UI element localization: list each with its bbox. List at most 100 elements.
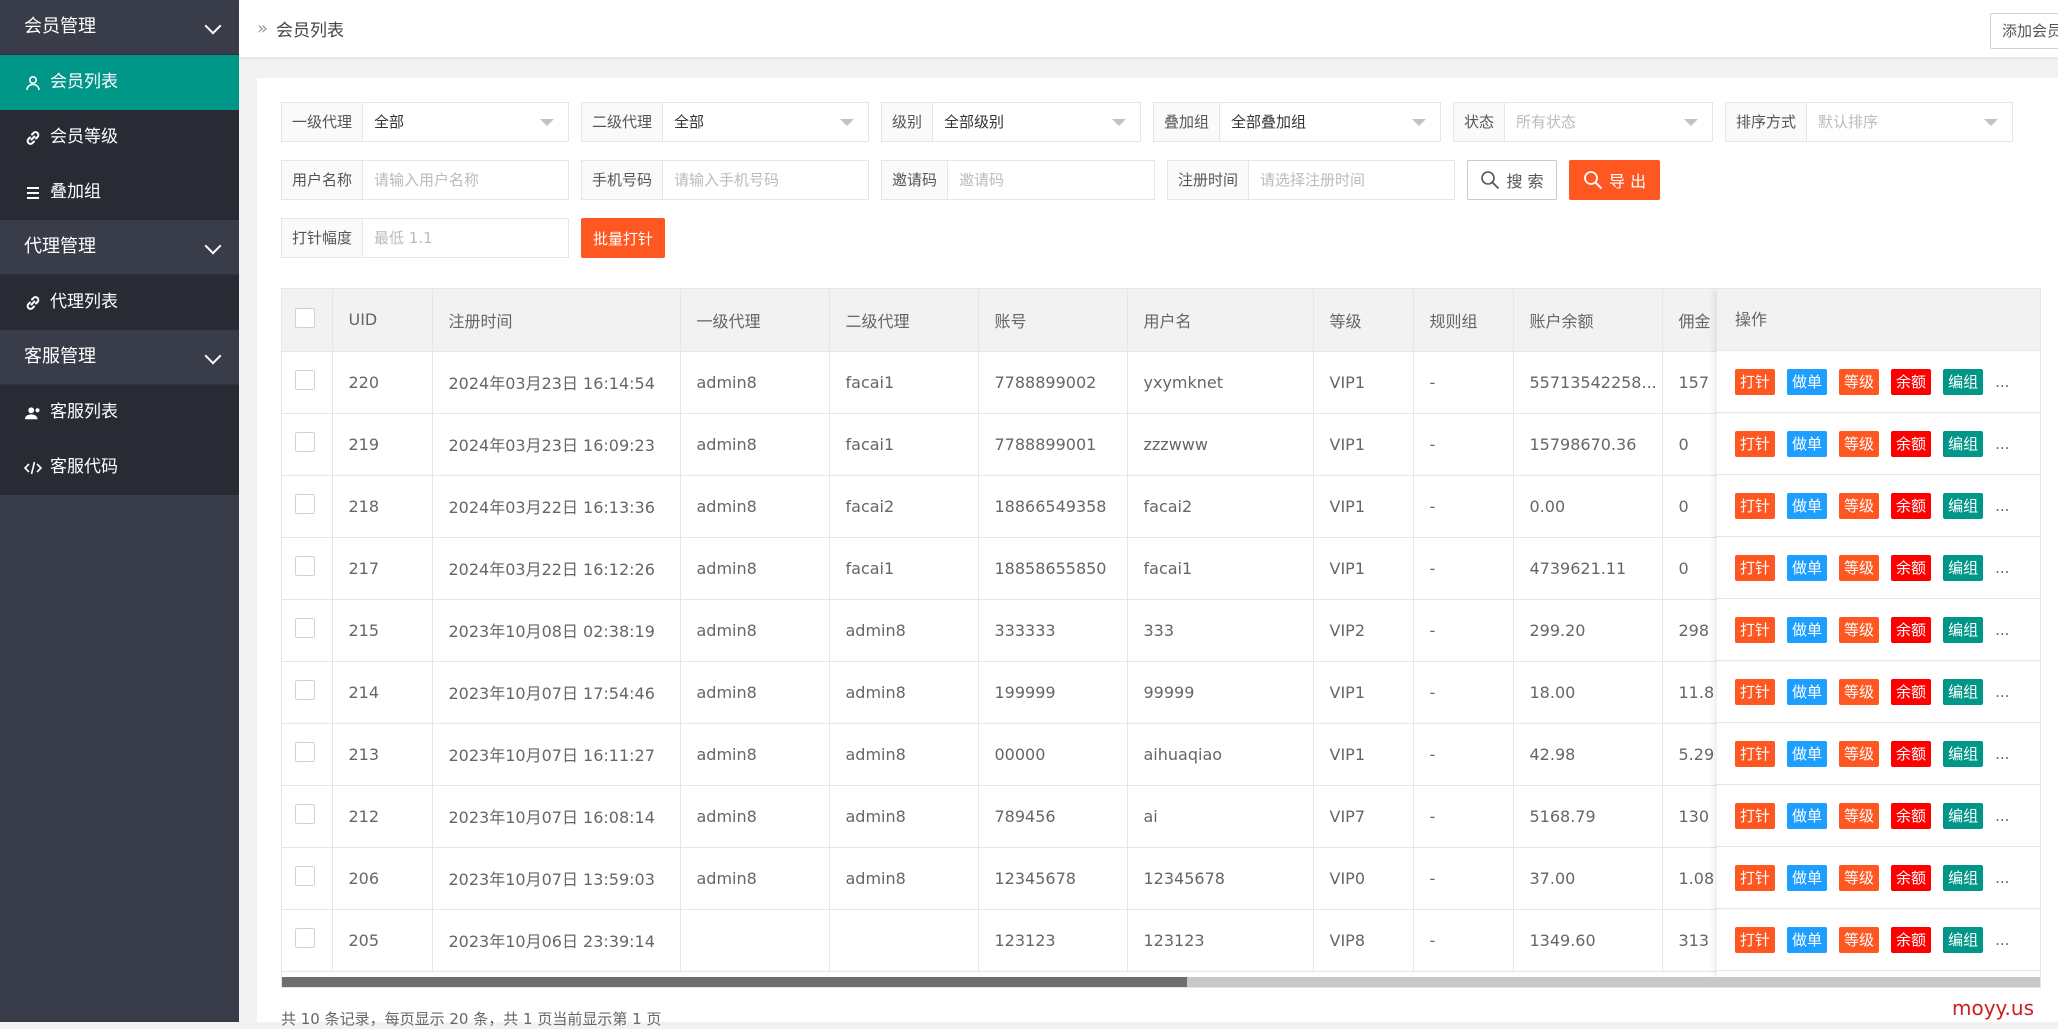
level-button[interactable]: 等级 (1839, 926, 1880, 953)
pin-button[interactable]: 打针 (1735, 430, 1776, 457)
column-header[interactable]: 二级代理 (829, 289, 979, 352)
order-button[interactable]: 做单 (1787, 554, 1828, 581)
pin-button[interactable]: 打针 (1735, 492, 1776, 519)
level-button[interactable]: 等级 (1839, 430, 1880, 457)
pin-button[interactable]: 打针 (1735, 802, 1776, 829)
more-button[interactable]: ... (1995, 927, 2009, 953)
order-button[interactable]: 做单 (1787, 802, 1828, 829)
sort-select[interactable]: 排序方式 默认排序 (1725, 102, 2013, 142)
level-button[interactable]: 等级 (1839, 740, 1880, 767)
select-all-checkbox[interactable] (295, 307, 315, 328)
balance-button[interactable]: 余额 (1891, 802, 1932, 829)
balance-button[interactable]: 余额 (1891, 864, 1932, 891)
more-button[interactable]: ... (1995, 369, 2009, 395)
column-header[interactable]: 等级 (1313, 289, 1414, 352)
pin-range-input[interactable]: 最低 1.1 (363, 219, 568, 257)
search-button[interactable]: 搜 索 (1467, 160, 1557, 200)
batch-pin-button[interactable]: 批量打针 (581, 218, 666, 258)
balance-button[interactable]: 余额 (1891, 740, 1932, 767)
order-button[interactable]: 做单 (1787, 430, 1828, 457)
group-button[interactable]: 编组 (1943, 678, 1984, 705)
level-button[interactable]: 等级 (1839, 616, 1880, 643)
more-button[interactable]: ... (1995, 617, 2009, 643)
agent1-select[interactable]: 一级代理 全部 (281, 102, 569, 142)
more-button[interactable]: ... (1995, 679, 2009, 705)
pin-button[interactable]: 打针 (1735, 368, 1776, 395)
level-button[interactable]: 等级 (1839, 554, 1880, 581)
nav-group-member[interactable]: 会员管理 (0, 0, 239, 55)
order-button[interactable]: 做单 (1787, 926, 1828, 953)
group-button[interactable]: 编组 (1943, 740, 1984, 767)
column-header[interactable]: UID (332, 289, 433, 352)
row-checkbox[interactable] (295, 618, 315, 638)
phone-input[interactable]: 请输入手机号码 (663, 161, 868, 199)
order-button[interactable]: 做单 (1787, 492, 1828, 519)
pin-button[interactable]: 打针 (1735, 926, 1776, 953)
order-button[interactable]: 做单 (1787, 864, 1828, 891)
balance-button[interactable]: 余额 (1891, 616, 1932, 643)
more-button[interactable]: ... (1995, 865, 2009, 891)
horizontal-scrollbar[interactable] (282, 977, 2040, 987)
row-checkbox[interactable] (295, 804, 315, 824)
row-checkbox[interactable] (295, 742, 315, 762)
invite-code-input[interactable]: 邀请码 (948, 161, 1154, 199)
add-member-button[interactable]: 添加会员 (1990, 13, 2058, 49)
more-button[interactable]: ... (1995, 803, 2009, 829)
group-button[interactable]: 编组 (1943, 492, 1984, 519)
sidebar-item-service-code[interactable]: 客服代码 (0, 440, 239, 495)
phone-field[interactable]: 手机号码 请输入手机号码 (581, 160, 869, 200)
balance-button[interactable]: 余额 (1891, 430, 1932, 457)
invite-code-field[interactable]: 邀请码 邀请码 (881, 160, 1155, 200)
stack-group-select[interactable]: 叠加组 全部叠加组 (1153, 102, 1441, 142)
sidebar-item-stack-group[interactable]: 叠加组 (0, 165, 239, 220)
order-button[interactable]: 做单 (1787, 740, 1828, 767)
pin-button[interactable]: 打针 (1735, 740, 1776, 767)
register-time-field[interactable]: 注册时间 请选择注册时间 (1167, 160, 1455, 200)
group-button[interactable]: 编组 (1943, 926, 1984, 953)
more-button[interactable]: ... (1995, 741, 2009, 767)
level-button[interactable]: 等级 (1839, 678, 1880, 705)
level-select[interactable]: 级别 全部级别 (881, 102, 1141, 142)
order-button[interactable]: 做单 (1787, 678, 1828, 705)
group-button[interactable]: 编组 (1943, 430, 1984, 457)
level-button[interactable]: 等级 (1839, 492, 1880, 519)
sidebar-item-member-list[interactable]: 会员列表 (0, 55, 239, 110)
pin-button[interactable]: 打针 (1735, 616, 1776, 643)
row-checkbox[interactable] (295, 866, 315, 886)
more-button[interactable]: ... (1995, 555, 2009, 581)
row-checkbox[interactable] (295, 556, 315, 576)
balance-button[interactable]: 余额 (1891, 554, 1932, 581)
group-button[interactable]: 编组 (1943, 554, 1984, 581)
username-input[interactable]: 请输入用户名称 (363, 161, 568, 199)
export-button[interactable]: 导 出 (1569, 160, 1661, 200)
row-checkbox[interactable] (295, 928, 315, 948)
balance-button[interactable]: 余额 (1891, 492, 1932, 519)
row-checkbox[interactable] (295, 370, 315, 390)
register-time-input[interactable]: 请选择注册时间 (1249, 161, 1454, 199)
pin-range-field[interactable]: 打针幅度 最低 1.1 (281, 218, 569, 258)
column-header[interactable]: 注册时间 (432, 289, 681, 352)
column-header[interactable]: 用户名 (1127, 289, 1314, 352)
balance-button[interactable]: 余额 (1891, 368, 1932, 395)
scrollbar-thumb[interactable] (282, 977, 1187, 987)
nav-group-agent[interactable]: 代理管理 (0, 220, 239, 275)
level-button[interactable]: 等级 (1839, 864, 1880, 891)
column-header[interactable]: 账户余额 (1513, 289, 1663, 352)
username-field[interactable]: 用户名称 请输入用户名称 (281, 160, 569, 200)
nav-group-service[interactable]: 客服管理 (0, 330, 239, 385)
group-button[interactable]: 编组 (1943, 802, 1984, 829)
column-header[interactable]: 账号 (978, 289, 1128, 352)
pin-button[interactable]: 打针 (1735, 864, 1776, 891)
row-checkbox[interactable] (295, 432, 315, 452)
level-button[interactable]: 等级 (1839, 368, 1880, 395)
row-checkbox[interactable] (295, 494, 315, 514)
balance-button[interactable]: 余额 (1891, 926, 1932, 953)
balance-button[interactable]: 余额 (1891, 678, 1932, 705)
more-button[interactable]: ... (1995, 493, 2009, 519)
column-header[interactable]: 规则组 (1413, 289, 1514, 352)
order-button[interactable]: 做单 (1787, 616, 1828, 643)
pin-button[interactable]: 打针 (1735, 678, 1776, 705)
more-button[interactable]: ... (1995, 431, 2009, 457)
group-button[interactable]: 编组 (1943, 368, 1984, 395)
level-button[interactable]: 等级 (1839, 802, 1880, 829)
